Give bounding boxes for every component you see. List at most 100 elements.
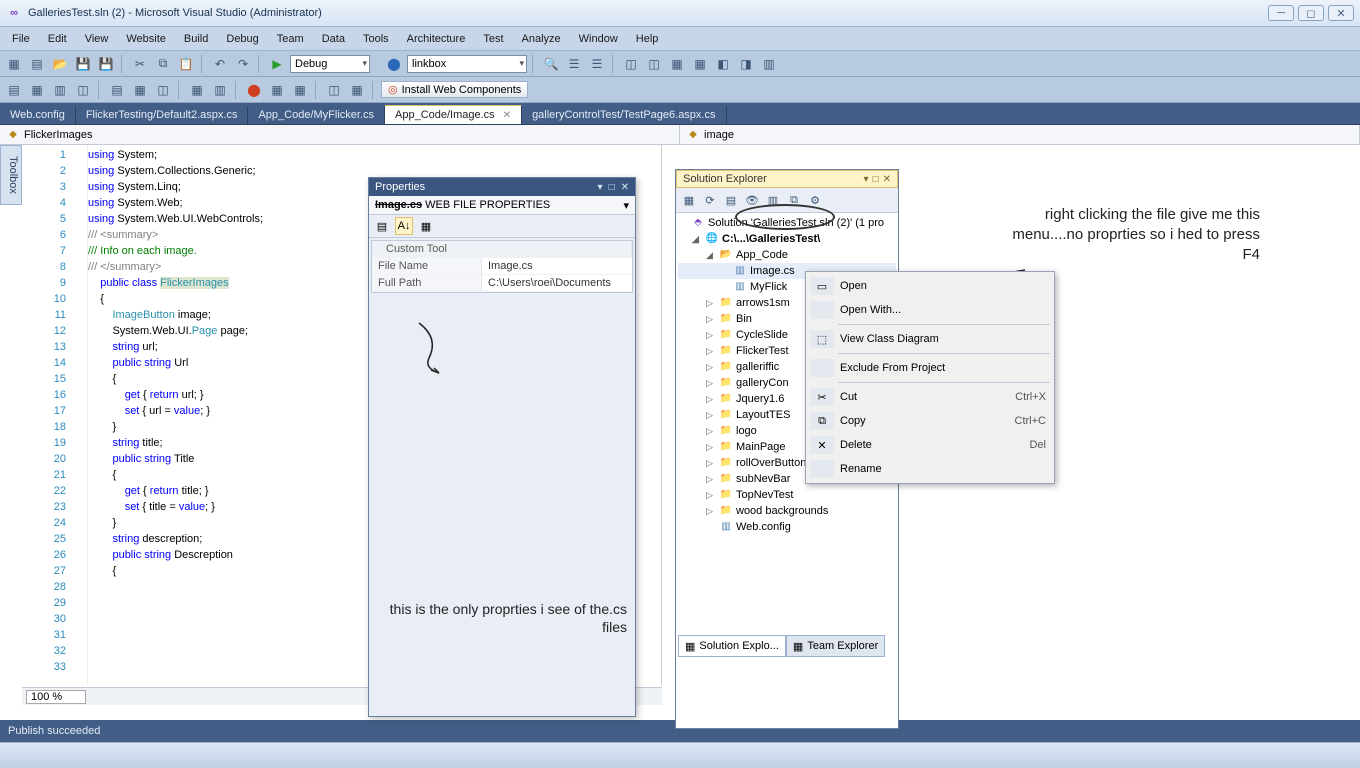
save-icon[interactable]: 💾 — [73, 54, 93, 74]
member-dropdown[interactable]: ◆ image — [680, 125, 1360, 144]
properties-icon[interactable]: ▦ — [680, 191, 698, 209]
window6-icon[interactable]: ◨ — [736, 54, 756, 74]
cut-icon[interactable]: ✂ — [130, 54, 150, 74]
viewcode-icon[interactable]: ▥ — [764, 191, 782, 209]
nest-icon[interactable]: ▤ — [722, 191, 740, 209]
categorized-icon[interactable]: ▤ — [373, 217, 391, 235]
dropdown-icon[interactable]: ▾ — [598, 182, 603, 193]
menu-debug[interactable]: Debug — [218, 31, 266, 47]
asp-config-icon[interactable]: ⚙ — [806, 191, 824, 209]
solution-explorer-title[interactable]: Solution Explorer ▾ □ ✕ — [676, 170, 898, 188]
window2-icon[interactable]: ◫ — [644, 54, 664, 74]
copy-icon[interactable]: ⧉ — [153, 54, 173, 74]
menu-team[interactable]: Team — [269, 31, 312, 47]
tb2-icon[interactable]: ▥ — [50, 80, 70, 100]
menu-website[interactable]: Website — [118, 31, 174, 47]
prop-category[interactable]: Custom Tool — [372, 241, 632, 257]
save-all-icon[interactable]: 💾 — [96, 54, 116, 74]
tb2-icon[interactable]: ⬤ — [244, 80, 264, 100]
menu-analyze[interactable]: Analyze — [514, 31, 569, 47]
find-icon[interactable]: 🔍 — [541, 54, 561, 74]
window3-icon[interactable]: ▦ — [667, 54, 687, 74]
type-dropdown[interactable]: ◆ FlickerImages — [0, 125, 680, 144]
add-item-icon[interactable]: ▤ — [27, 54, 47, 74]
copy-website-icon[interactable]: ⧉ — [785, 191, 803, 209]
tb2-icon[interactable]: ▦ — [27, 80, 47, 100]
dropdown-icon[interactable]: ▾ — [864, 174, 869, 185]
tb2-icon[interactable]: ▦ — [187, 80, 207, 100]
window-icon[interactable]: ◫ — [621, 54, 641, 74]
menu-window[interactable]: Window — [571, 31, 626, 47]
tree-node[interactable]: ▷📁TopNevTest — [678, 487, 896, 503]
tb2-icon[interactable]: ▥ — [210, 80, 230, 100]
close-tab-icon[interactable]: ✕ — [503, 110, 511, 121]
uncomment-icon[interactable]: ☰ — [587, 54, 607, 74]
paste-icon[interactable]: 📋 — [176, 54, 196, 74]
comment-icon[interactable]: ☰ — [564, 54, 584, 74]
ctx-exclude[interactable]: Exclude From Project — [808, 356, 1052, 380]
solution-config-dropdown[interactable]: Debug — [290, 55, 370, 73]
start-debug-icon[interactable]: ▶ — [267, 54, 287, 74]
ctx-rename[interactable]: Rename — [808, 457, 1052, 481]
maximize-icon[interactable]: □ — [609, 182, 615, 193]
doc-tab[interactable]: Web.config — [0, 106, 76, 124]
close-icon[interactable]: ✕ — [883, 174, 891, 185]
tree-node[interactable]: ▷📁wood backgrounds — [678, 503, 896, 519]
tree-node[interactable]: ◢🌐C:\...\GalleriesTest\ — [678, 231, 896, 247]
doc-tab[interactable]: App_Code/Image.cs✕ — [385, 105, 522, 124]
open-icon[interactable]: 📂 — [50, 54, 70, 74]
ctx-cut[interactable]: ✂CutCtrl+X — [808, 385, 1052, 409]
menu-tools[interactable]: Tools — [355, 31, 397, 47]
property-row[interactable]: File NameImage.cs — [372, 258, 632, 275]
undo-icon[interactable]: ↶ — [210, 54, 230, 74]
browser-target-dropdown[interactable]: linkbox — [407, 55, 527, 73]
close-icon[interactable]: ✕ — [621, 182, 629, 193]
tree-node[interactable]: ⬘Solution 'GalleriesTest.sln (2)' (1 pro — [678, 215, 896, 231]
menu-edit[interactable]: Edit — [40, 31, 75, 47]
menu-architecture[interactable]: Architecture — [399, 31, 474, 47]
window7-icon[interactable]: ▥ — [759, 54, 779, 74]
tb2-icon[interactable]: ◫ — [153, 80, 173, 100]
window4-icon[interactable]: ▦ — [690, 54, 710, 74]
minimize-button[interactable]: ─ — [1268, 5, 1294, 21]
property-row[interactable]: Full PathC:\Users\roei\Documents — [372, 275, 632, 292]
menu-data[interactable]: Data — [314, 31, 353, 47]
tb2-icon[interactable]: ▤ — [4, 80, 24, 100]
tab-solution-explorer[interactable]: ▦Solution Explo... — [678, 635, 786, 657]
tb2-icon[interactable]: ▦ — [130, 80, 150, 100]
tb2-icon[interactable]: ▦ — [290, 80, 310, 100]
tb2-icon[interactable]: ◫ — [324, 80, 344, 100]
redo-icon[interactable]: ↷ — [233, 54, 253, 74]
tree-node[interactable]: ◢📂App_Code — [678, 247, 896, 263]
zoom-combo[interactable]: 100 % — [26, 690, 86, 704]
fold-column[interactable] — [74, 145, 88, 685]
windows-taskbar[interactable] — [0, 742, 1360, 768]
tb2-icon[interactable]: ▦ — [347, 80, 367, 100]
new-project-icon[interactable]: ▦ — [4, 54, 24, 74]
window5-icon[interactable]: ◧ — [713, 54, 733, 74]
menu-test[interactable]: Test — [475, 31, 511, 47]
toolbox-tab[interactable]: Toolbox — [0, 145, 22, 205]
browser-icon[interactable]: ⬤ — [384, 54, 404, 74]
close-button[interactable]: ✕ — [1328, 5, 1354, 21]
ctx-delete[interactable]: ✕DeleteDel — [808, 433, 1052, 457]
menu-build[interactable]: Build — [176, 31, 216, 47]
ctx-view-class-diagram[interactable]: ⬚View Class Diagram — [808, 327, 1052, 351]
showall-icon[interactable]: 👁 — [743, 191, 761, 209]
tab-team-explorer[interactable]: ▦Team Explorer — [786, 635, 885, 657]
properties-title[interactable]: Properties ▾ □ ✕ — [369, 178, 635, 196]
doc-tab[interactable]: App_Code/MyFlicker.cs — [248, 106, 385, 124]
doc-tab[interactable]: galleryControlTest/TestPage6.aspx.cs — [522, 106, 726, 124]
ctx-copy[interactable]: ⧉CopyCtrl+C — [808, 409, 1052, 433]
property-grid[interactable]: Custom Tool File NameImage.csFull PathC:… — [371, 240, 633, 293]
doc-tab[interactable]: FlickerTesting/Default2.aspx.cs — [76, 106, 249, 124]
refresh-icon[interactable]: ⟳ — [701, 191, 719, 209]
alphabetical-icon[interactable]: A↓ — [395, 217, 413, 235]
menu-help[interactable]: Help — [628, 31, 667, 47]
maximize-icon[interactable]: □ — [873, 174, 879, 185]
menu-file[interactable]: File — [4, 31, 38, 47]
tb2-icon[interactable]: ◫ — [73, 80, 93, 100]
maximize-button[interactable]: ◻ — [1298, 5, 1324, 21]
menu-view[interactable]: View — [77, 31, 117, 47]
tb2-icon[interactable]: ▤ — [107, 80, 127, 100]
